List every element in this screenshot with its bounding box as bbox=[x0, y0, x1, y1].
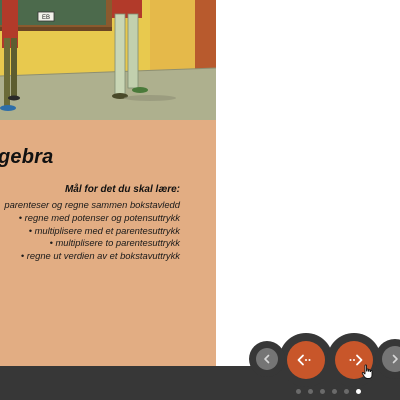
classroom-illustration: EB bbox=[0, 0, 216, 120]
learning-goal-item: • regne med potenser og potensuttrykk bbox=[18, 211, 180, 223]
page-dot[interactable] bbox=[332, 389, 337, 394]
learning-goals-heading: Mål for det du skal lære: bbox=[64, 184, 180, 195]
learning-goal-item: • regne ut verdien av et bokstavuttrykk bbox=[20, 250, 180, 262]
chapter-title: gebra bbox=[0, 146, 54, 168]
page-dot-active[interactable] bbox=[356, 389, 361, 394]
chevron-right-icon bbox=[392, 354, 398, 364]
page-dot[interactable] bbox=[308, 389, 313, 394]
page-dot[interactable] bbox=[344, 389, 349, 394]
page-indicator bbox=[296, 389, 361, 394]
learning-goal-item: • multiplisere med et parentesuttrykk bbox=[28, 224, 180, 236]
learning-goal-item: • multiplisere to parentesuttrykk bbox=[49, 237, 180, 249]
chevron-left-icon bbox=[264, 354, 270, 364]
hand-cursor-icon bbox=[361, 364, 373, 379]
learning-goals-list: parenteser og regne sammen bokstavledd •… bbox=[4, 199, 180, 263]
page-dot[interactable] bbox=[296, 389, 301, 394]
page-dot[interactable] bbox=[320, 389, 325, 394]
previous-page-button[interactable] bbox=[256, 348, 278, 370]
learning-goal-item: parenteser og regne sammen bokstavledd bbox=[4, 199, 180, 210]
arrow-left-dots-icon bbox=[297, 354, 311, 366]
back-button[interactable] bbox=[287, 341, 325, 379]
eraser-sign: EB bbox=[42, 15, 50, 21]
book-page: EB gebra Mål for det du skal lære: paren… bbox=[0, 0, 216, 366]
